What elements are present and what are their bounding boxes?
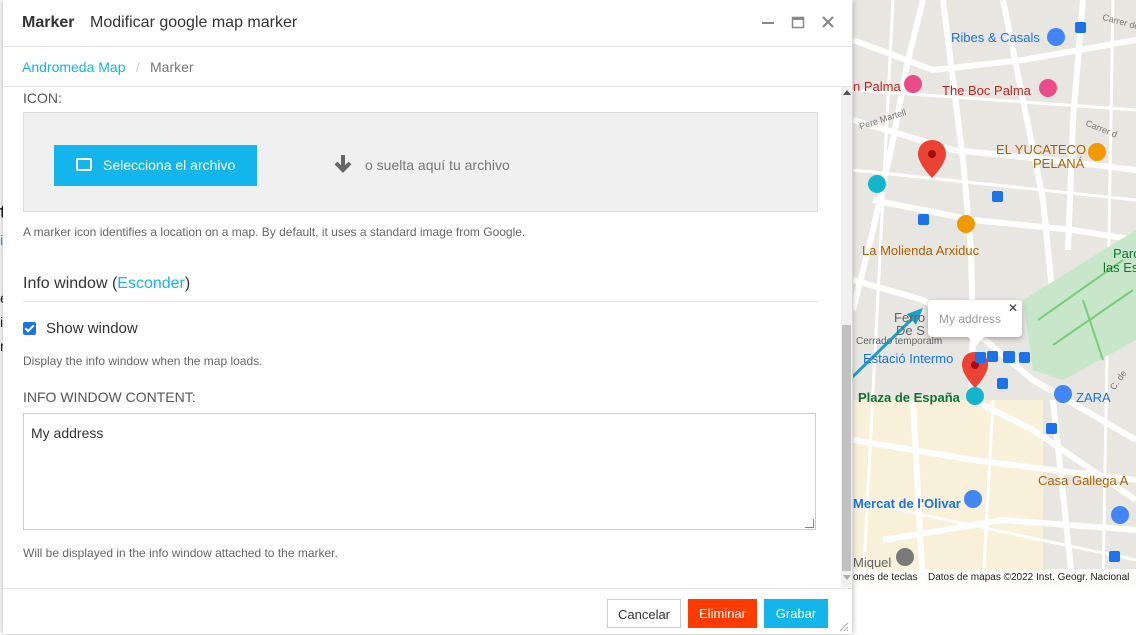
info-window-tail (968, 337, 984, 346)
select-file-button[interactable]: Selecciona el archivo (54, 145, 257, 186)
map-place-label: Ribes & Casals (951, 30, 1040, 45)
map-attribution: ones de teclas Datos de mapas ©2022 Inst… (853, 569, 1136, 588)
map-place-label: Casa Gallega A (1038, 473, 1129, 488)
breadcrumb-separator: / (136, 59, 140, 75)
map-place-label: ZARA (1076, 390, 1111, 405)
map-place-label: Mercat de l'Olivar (853, 496, 961, 511)
save-button[interactable]: Grabar (764, 599, 828, 628)
map-place-label: PELANÁ (1033, 156, 1085, 171)
keyboard-shortcuts-link[interactable]: ones de teclas (853, 572, 918, 583)
form-scrollbar[interactable] (841, 87, 852, 587)
marker-dialog: Marker Modificar google map marker Andro… (3, 0, 852, 634)
image-icon (76, 158, 92, 171)
scroll-thumb[interactable] (842, 325, 851, 571)
delete-button[interactable]: Eliminar (688, 599, 757, 628)
dialog-footer: Cancelar Eliminar Grabar (3, 588, 852, 635)
map-data-credit: Datos de mapas ©2022 Inst. Geogr. Nacion… (928, 572, 1130, 583)
info-content-textarea[interactable]: My address (23, 413, 816, 530)
map-place-label: Plaza de España (858, 390, 960, 405)
maximize-icon[interactable] (789, 12, 807, 32)
info-window-title: Info window (23, 275, 108, 292)
map-info-window: My address ✕ (928, 300, 1022, 346)
map-place-label: las Es (1103, 260, 1136, 275)
show-window-checkbox[interactable] (23, 322, 36, 335)
map-place-label: Miquel (853, 555, 892, 570)
arrow-down-icon (334, 155, 352, 173)
dialog-title: Marker (22, 14, 75, 31)
minimize-icon[interactable] (759, 12, 777, 32)
dialog-form[interactable]: ICON: Selecciona el archivo o suelta aqu… (3, 87, 841, 587)
icon-help-text: A marker icon identifies a location on a… (23, 225, 526, 239)
section-divider (23, 301, 818, 302)
map-place-label: EL YUCATECO (996, 142, 1087, 157)
info-window-heading: Info window (Esconder) (23, 275, 191, 292)
hide-section-link[interactable]: Esconder (117, 275, 185, 292)
map-place-label: n Palma (853, 79, 901, 94)
breadcrumb: Andromeda Map / Marker (3, 47, 852, 87)
scroll-up-icon[interactable] (843, 90, 851, 95)
close-icon[interactable] (819, 12, 837, 32)
breadcrumb-link-home[interactable]: Andromeda Map (22, 59, 126, 75)
show-window-help: Display the info window when the map loa… (23, 354, 263, 368)
info-content-value: My address (31, 425, 104, 441)
dialog-resize-icon[interactable] (839, 622, 849, 632)
show-window-label[interactable]: Show window (46, 320, 138, 337)
close-icon[interactable]: ✕ (1008, 301, 1018, 315)
map-place-label: Estació Intermo (863, 351, 954, 366)
map-place-label: The Boc Palma (942, 83, 1031, 98)
map-place-label: Parc (1113, 246, 1136, 261)
dialog-subtitle: Modificar google map marker (90, 14, 298, 31)
icon-dropzone[interactable]: Selecciona el archivo o suelta aquí tu a… (23, 112, 818, 212)
info-window-text: My address (939, 312, 1002, 326)
dialog-titlebar[interactable]: Marker Modificar google map marker (3, 0, 852, 47)
cancel-button[interactable]: Cancelar (607, 599, 681, 628)
map-place-label: La Molienda Arxiduc (862, 243, 980, 258)
breadcrumb-current: Marker (150, 59, 194, 75)
resize-handle-icon[interactable] (805, 519, 814, 528)
drop-hint: o suelta aquí tu archivo (365, 157, 510, 173)
scroll-down-icon[interactable] (843, 575, 851, 580)
icon-label: ICON: (23, 90, 62, 106)
info-content-help: Will be displayed in the info window att… (23, 546, 338, 560)
info-content-label: INFO WINDOW CONTENT: (23, 389, 196, 405)
map-place-label: Cerrado temporalm (856, 336, 943, 347)
select-file-label: Selecciona el archivo (103, 157, 236, 173)
